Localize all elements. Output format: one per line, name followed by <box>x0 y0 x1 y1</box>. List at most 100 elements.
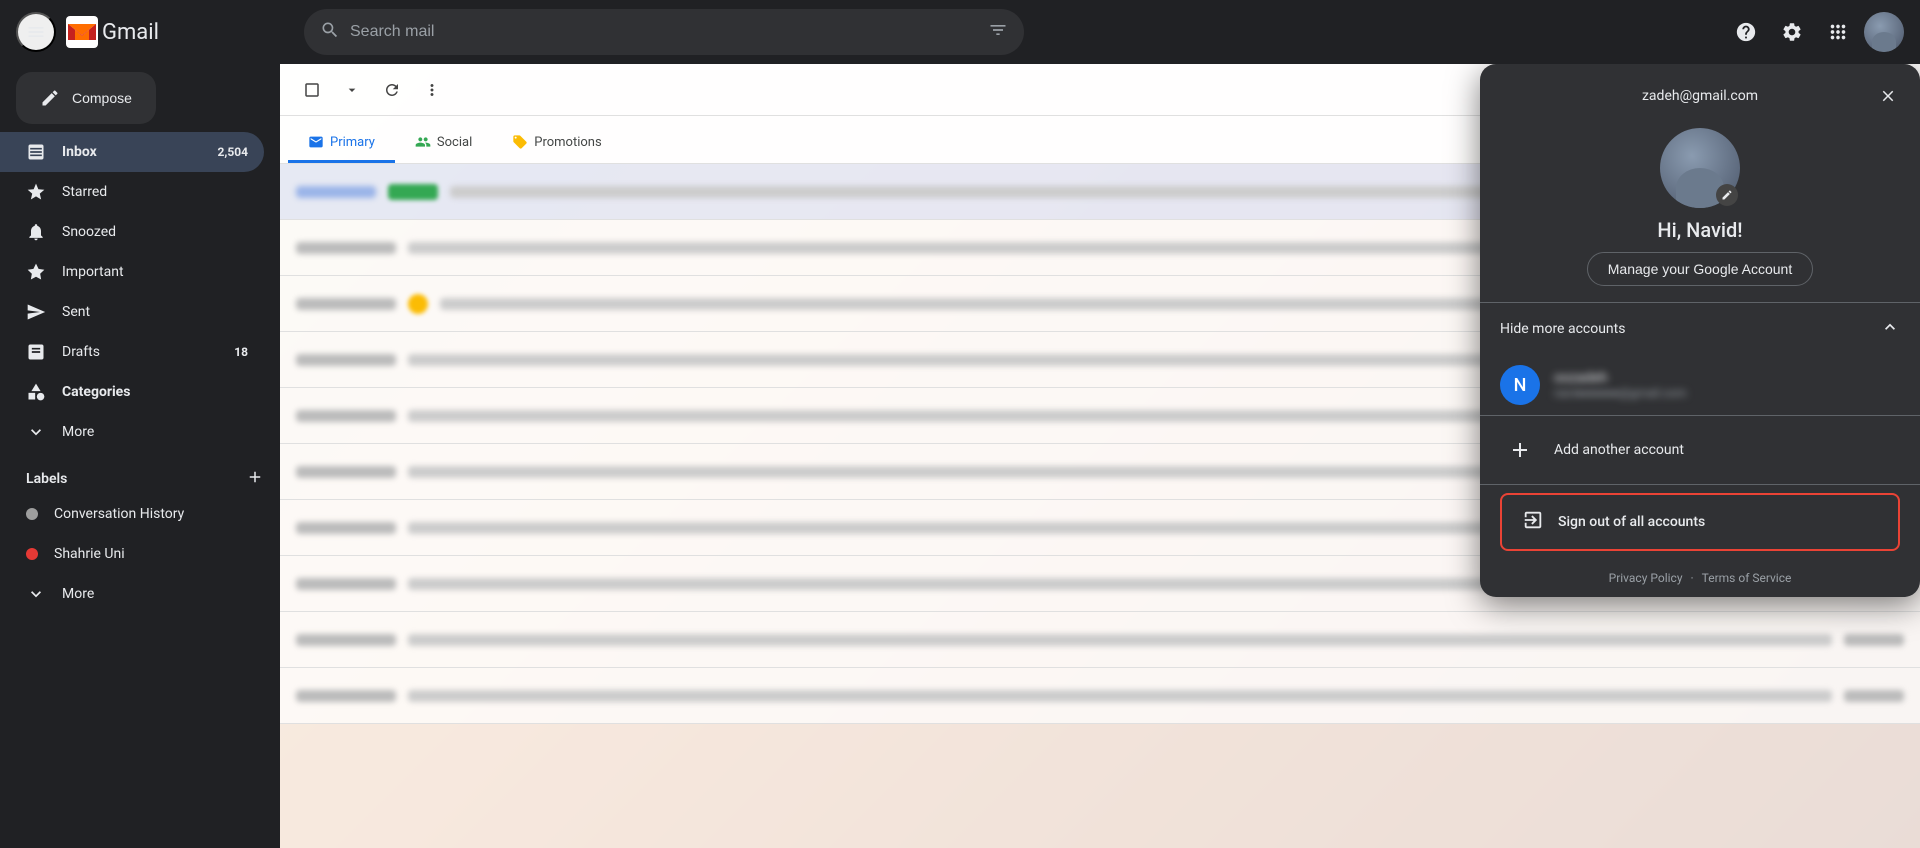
account-item[interactable]: N oozadeh navi●●●●●●@gmail.com <box>1480 355 1920 415</box>
email-subject <box>408 634 1832 646</box>
account-email: navi●●●●●●@gmail.com <box>1554 386 1900 400</box>
signout-icon <box>1522 509 1544 535</box>
categories-label: Categories <box>62 384 130 400</box>
account-panel: zadeh@gmail.com Hi, Navid! M <box>1480 64 1920 597</box>
select-checkbox-button[interactable] <box>296 74 328 106</box>
panel-avatar-edit-button[interactable] <box>1716 184 1738 206</box>
labels-section-title: Labels <box>0 452 280 494</box>
hide-accounts-label: Hide more accounts <box>1500 321 1625 337</box>
panel-greeting: Hi, Navid! <box>1657 218 1742 242</box>
drafts-badge: 18 <box>234 345 248 359</box>
panel-avatar-wrap <box>1660 128 1740 208</box>
more-labels-label: More <box>62 586 94 602</box>
more-toolbar-button[interactable] <box>416 74 448 106</box>
starred-label: Starred <box>62 184 107 200</box>
terms-of-service-link[interactable]: Terms of Service <box>1702 571 1792 585</box>
important-label: Important <box>62 264 124 280</box>
email-sender <box>296 410 396 422</box>
tab-social-label: Social <box>437 135 472 150</box>
panel-close-button[interactable] <box>1872 80 1904 112</box>
email-sender <box>296 242 396 254</box>
panel-divider-3 <box>1480 484 1920 485</box>
email-row[interactable] <box>280 612 1920 668</box>
privacy-policy-link[interactable]: Privacy Policy <box>1609 571 1683 585</box>
sidebar-item-sent[interactable]: Sent <box>0 292 264 332</box>
sidebar-item-important[interactable]: Important <box>0 252 264 292</box>
tab-primary[interactable]: Primary <box>288 124 395 163</box>
label-dot-shahrie-uni <box>26 548 38 560</box>
account-initial: N <box>1500 365 1540 405</box>
account-avatar-button[interactable] <box>1864 12 1904 52</box>
tab-social[interactable]: Social <box>395 124 492 163</box>
email-sender <box>296 466 396 478</box>
email-sender <box>296 522 396 534</box>
email-subject <box>408 690 1832 702</box>
inbox-label: Inbox <box>62 144 97 160</box>
panel-header: zadeh@gmail.com <box>1480 64 1920 120</box>
gmail-logo-text: Gmail <box>102 20 159 45</box>
sidebar-item-drafts[interactable]: Drafts 18 <box>0 332 264 372</box>
email-sender <box>296 298 396 310</box>
shahrie-uni-label: Shahrie Uni <box>54 546 125 562</box>
conversation-history-label: Conversation History <box>54 506 184 522</box>
label-dot-conversation-history <box>26 508 38 520</box>
main-content: Primary Social Promotions <box>280 64 1920 848</box>
search-input[interactable] <box>350 23 978 41</box>
sidebar-item-more-labels[interactable]: More <box>0 574 264 614</box>
sidebar-item-shahrie-uni[interactable]: Shahrie Uni <box>0 534 264 574</box>
filter-icon[interactable] <box>988 20 1008 44</box>
email-date <box>1844 690 1904 702</box>
compose-button[interactable]: Compose <box>16 72 156 124</box>
signout-row[interactable]: Sign out of all accounts <box>1500 493 1900 551</box>
apps-button[interactable] <box>1818 12 1858 52</box>
panel-footer: Privacy Policy · Terms of Service <box>1480 559 1920 597</box>
email-date <box>1844 634 1904 646</box>
sidebar-item-categories[interactable]: Categories <box>0 372 264 412</box>
select-dropdown-button[interactable] <box>336 74 368 106</box>
email-sender <box>296 354 396 366</box>
account-info: oozadeh navi●●●●●●@gmail.com <box>1554 370 1900 400</box>
app: Gmail <box>0 0 1920 848</box>
email-row[interactable] <box>280 668 1920 724</box>
email-sender <box>296 186 376 198</box>
tab-promotions[interactable]: Promotions <box>492 124 621 163</box>
sidebar-item-conversation-history[interactable]: Conversation History <box>0 494 264 534</box>
manage-account-button[interactable]: Manage your Google Account <box>1587 252 1813 286</box>
drafts-label: Drafts <box>62 344 100 360</box>
account-name: oozadeh <box>1554 370 1900 386</box>
sidebar: Compose Inbox 2,504 Starred Snoozed Imp <box>0 64 280 848</box>
refresh-button[interactable] <box>376 74 408 106</box>
labels-title: Labels <box>26 471 67 487</box>
inbox-badge: 2,504 <box>218 145 249 159</box>
sent-label: Sent <box>62 304 90 320</box>
email-sender <box>296 578 396 590</box>
add-label-button[interactable] <box>246 468 264 490</box>
signout-label: Sign out of all accounts <box>1558 514 1705 530</box>
sidebar-item-inbox[interactable]: Inbox 2,504 <box>0 132 264 172</box>
sidebar-item-starred[interactable]: Starred <box>0 172 264 212</box>
menu-button[interactable] <box>16 12 56 52</box>
more-nav-label: More <box>62 424 94 440</box>
account-avatar <box>1864 12 1904 52</box>
add-account-icon <box>1500 430 1540 470</box>
search-bar <box>304 9 1024 55</box>
topbar-left: Gmail <box>16 12 296 52</box>
topbar: Gmail <box>0 0 1920 64</box>
settings-button[interactable] <box>1772 12 1812 52</box>
panel-avatar-section: Hi, Navid! Manage your Google Account <box>1480 120 1920 302</box>
topbar-right <box>1726 12 1904 52</box>
account-initial-letter: N <box>1514 375 1527 396</box>
email-sender <box>296 690 396 702</box>
add-account-row[interactable]: Add another account <box>1480 416 1920 484</box>
search-icon <box>320 20 340 44</box>
email-sender <box>296 634 396 646</box>
add-account-label: Add another account <box>1554 442 1684 458</box>
sidebar-item-more-nav[interactable]: More <box>0 412 264 452</box>
help-button[interactable] <box>1726 12 1766 52</box>
hide-accounts-row[interactable]: Hide more accounts <box>1480 303 1920 355</box>
body: Compose Inbox 2,504 Starred Snoozed Imp <box>0 64 1920 848</box>
footer-separator: · <box>1691 571 1694 585</box>
sidebar-item-snoozed[interactable]: Snoozed <box>0 212 264 252</box>
panel-email: zadeh@gmail.com <box>1528 88 1872 104</box>
tab-promotions-label: Promotions <box>534 135 601 150</box>
